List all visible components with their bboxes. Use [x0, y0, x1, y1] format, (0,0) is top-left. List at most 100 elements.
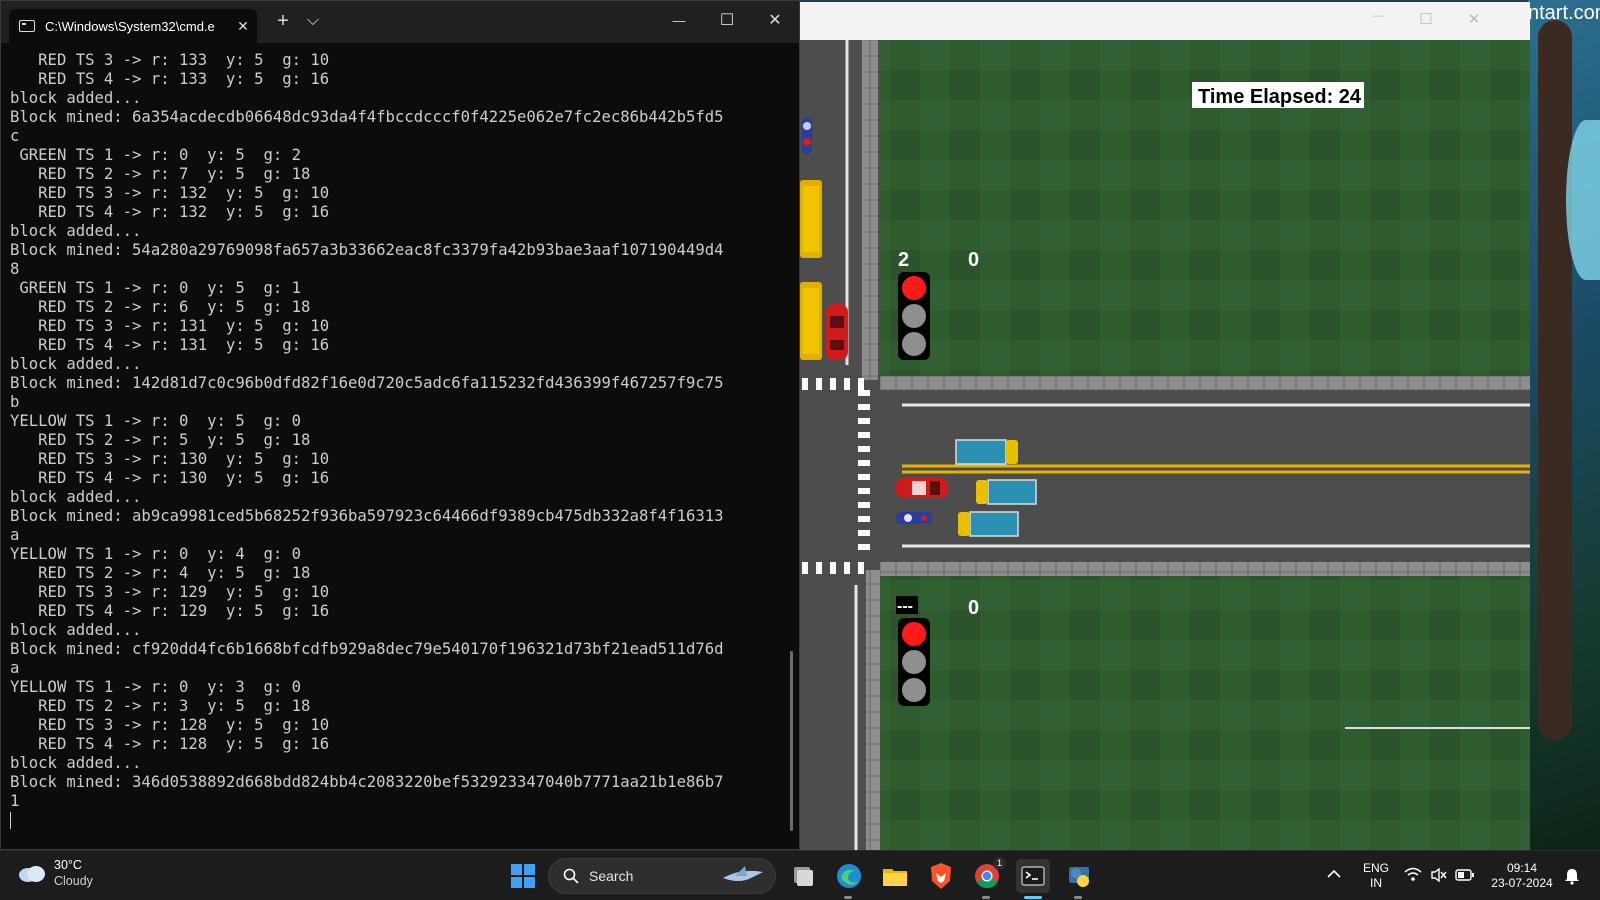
vehicle-car-2 [896, 478, 948, 498]
terminal-line: RED TS 4 -> r: 128 y: 5 g: 16 [10, 735, 330, 753]
terminal-tab-title: C:\Windows\System32\cmd.e [45, 18, 215, 34]
taskbar: 30°C Cloudy Search 1 ENG IN 09:14 23-07-… [0, 850, 1600, 900]
terminal-icon[interactable] [1016, 859, 1050, 893]
clock[interactable]: 09:14 23-07-2024 [1486, 861, 1558, 891]
chrome-running-indicator [982, 896, 990, 899]
new-tab-button[interactable]: + [269, 11, 297, 31]
chrome-icon[interactable]: 1 [970, 857, 1006, 893]
weather-widget[interactable]: 30°C Cloudy [18, 857, 93, 889]
language-code: ENG [1362, 861, 1389, 875]
minimize-button[interactable]: — [665, 11, 693, 31]
signal-bottom-green-light [902, 678, 926, 702]
signal-top-right-counter: 0 [968, 249, 979, 271]
weather-condition: Cloudy [54, 874, 93, 888]
python-icon[interactable] [1062, 859, 1096, 893]
signal-top-red-light [902, 276, 926, 300]
terminal-line: a [10, 659, 20, 677]
taskbar-search-box[interactable]: Search [548, 858, 776, 894]
sim-minimize-button[interactable]: — [1364, 10, 1392, 22]
terminal-line: RED TS 3 -> r: 130 y: 5 g: 10 [10, 450, 330, 468]
terminal-line: 1 [10, 792, 20, 810]
terminal-line: 8 [10, 260, 20, 278]
wallpaper-brand-text: ntart.com [1528, 2, 1600, 24]
desktop-wallpaper: ntart.com [1528, 0, 1600, 850]
terminal-line: RED TS 2 -> r: 3 y: 5 g: 18 [10, 697, 311, 715]
terminal-line: Block mined: cf920dd4fc6b1668bfcdfb929a8… [10, 640, 724, 658]
terminal-line: block added... [10, 222, 142, 240]
task-view-icon[interactable] [786, 859, 820, 893]
terminal-scrollbar[interactable] [790, 651, 793, 831]
vehicle-bike-2 [896, 512, 932, 524]
tab-dropdown-button[interactable]: ⌵ [299, 11, 327, 31]
close-tab-icon[interactable]: ✕ [229, 18, 257, 35]
time-elapsed-label: Time Elapsed: 24 [1198, 86, 1362, 108]
python-running-indicator [1074, 896, 1082, 899]
clock-date: 23-07-2024 [1491, 876, 1553, 890]
terminal-prompt-line[interactable] [10, 811, 799, 830]
terminal-line: YELLOW TS 1 -> r: 0 y: 3 g: 0 [10, 678, 302, 696]
chevron-up-icon[interactable] [1327, 869, 1341, 879]
vehicle-bus-1 [800, 180, 822, 258]
terminal-window: C:\Windows\System32\cmd.e ✕ + ⌵ — ☐ ✕ RE… [0, 0, 800, 850]
battery-icon[interactable] [1455, 868, 1475, 882]
weather-temperature: 30°C [54, 858, 82, 872]
terminal-line: YELLOW TS 1 -> r: 0 y: 4 g: 0 [10, 545, 302, 563]
clock-time: 09:14 [1506, 861, 1538, 875]
signal-top-yellow-light [902, 304, 926, 328]
wifi-icon[interactable] [1404, 867, 1422, 883]
terminal-line: block added... [10, 89, 142, 107]
file-explorer-icon[interactable] [878, 859, 912, 893]
terminal-line: Block mined: 142d81d7c0c96b0dfd82f16e0d7… [10, 374, 724, 392]
vehicle-truck-3 [958, 511, 1019, 537]
simulation-titlebar: — ☐ ✕ [800, 2, 1530, 40]
search-label: Search [589, 868, 634, 884]
terminal-line: RED TS 3 -> r: 133 y: 5 g: 10 [10, 51, 330, 69]
chrome-notification-badge: 1 [993, 857, 1006, 870]
terminal-line: RED TS 3 -> r: 128 y: 5 g: 10 [10, 716, 330, 734]
maximize-button[interactable]: ☐ [713, 11, 741, 31]
terminal-output[interactable]: RED TS 3 -> r: 133 y: 5 g: 10 RED TS 4 -… [1, 43, 799, 849]
terminal-line: RED TS 3 -> r: 129 y: 5 g: 10 [10, 583, 330, 601]
terminal-line: RED TS 2 -> r: 5 y: 5 g: 18 [10, 431, 311, 449]
terminal-line: GREEN TS 1 -> r: 0 y: 5 g: 2 [10, 146, 302, 164]
terminal-line: block added... [10, 754, 142, 772]
edge-icon[interactable] [832, 859, 866, 893]
signal-top-left-counter: 2 [898, 249, 909, 271]
language-indicator[interactable]: ENG IN [1358, 861, 1394, 891]
terminal-line: RED TS 4 -> r: 133 y: 5 g: 16 [10, 70, 330, 88]
signal-bottom-right-counter: 0 [968, 597, 979, 619]
terminal-line: Block mined: 54a280a29769098fa657a3b3366… [10, 241, 724, 259]
sim-close-button[interactable]: ✕ [1460, 10, 1488, 28]
windows-start-icon[interactable] [506, 859, 540, 893]
terminal-line: RED TS 3 -> r: 131 y: 5 g: 10 [10, 317, 330, 335]
terminal-titlebar: C:\Windows\System32\cmd.e ✕ + ⌵ — ☐ ✕ [1, 1, 799, 43]
brave-icon[interactable] [924, 859, 958, 893]
region-code: IN [1370, 876, 1382, 890]
terminal-line: YELLOW TS 1 -> r: 0 y: 5 g: 0 [10, 412, 302, 430]
terminal-line: block added... [10, 488, 142, 506]
edge-running-indicator [844, 896, 852, 899]
traffic-signal-top [898, 272, 930, 360]
terminal-line: Block mined: 6a354acdecdb06648dc93da4f4f… [10, 108, 724, 126]
terminal-line: Block mined: ab9ca9981ced5b68252f936ba59… [10, 507, 724, 525]
sim-maximize-button[interactable]: ☐ [1412, 10, 1440, 28]
notification-bell-icon[interactable] [1564, 867, 1580, 885]
close-button[interactable]: ✕ [761, 11, 789, 31]
terminal-line: RED TS 2 -> r: 6 y: 5 g: 18 [10, 298, 311, 316]
signal-bottom-yellow-light [902, 650, 926, 674]
terminal-cursor [10, 812, 11, 829]
vehicle-bus-2 [800, 282, 822, 360]
terminal-line: GREEN TS 1 -> r: 0 y: 5 g: 1 [10, 279, 302, 297]
volume-muted-icon[interactable] [1430, 867, 1448, 883]
traffic-simulation-window: — ☐ ✕ Time Elapsed: 24 2 0 --- 0 [800, 2, 1530, 850]
terminal-line: a [10, 526, 20, 544]
traffic-signal-bottom [898, 618, 930, 706]
terminal-tab[interactable]: C:\Windows\System32\cmd.e ✕ [9, 9, 257, 43]
terminal-line: RED TS 2 -> r: 7 y: 5 g: 18 [10, 165, 311, 183]
terminal-line: b [10, 393, 20, 411]
cmd-icon [19, 20, 35, 32]
terminal-line: RED TS 4 -> r: 129 y: 5 g: 16 [10, 602, 330, 620]
search-icon [563, 868, 579, 884]
terminal-active-indicator [1024, 896, 1042, 899]
wallpaper-leaf [1566, 120, 1600, 280]
